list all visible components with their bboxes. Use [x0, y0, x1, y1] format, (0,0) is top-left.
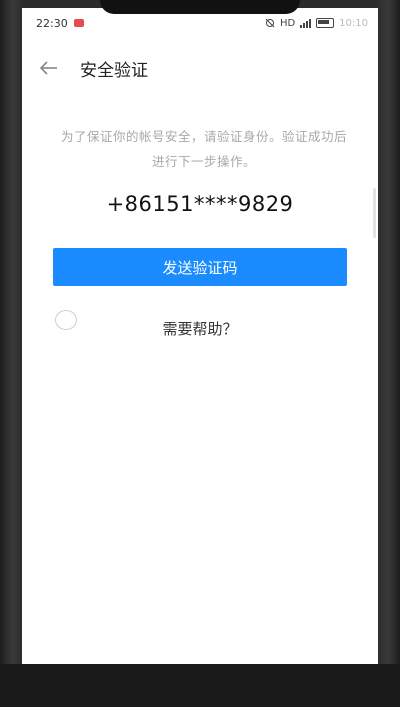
back-arrow-icon[interactable]: [38, 57, 60, 79]
status-left: 22:30: [22, 17, 84, 30]
status-battery-time: 10:10: [339, 17, 368, 29]
verification-description: 为了保证你的帐号安全，请验证身份。验证成功后进行下一步操作。: [60, 129, 347, 169]
network-type: HD: [279, 17, 296, 29]
screen: 22:30 HD 10:10 安全验证 为了保证你的帐号安全，请验证身份。验证成…: [22, 8, 378, 664]
phone-notch: [100, 0, 300, 14]
send-code-button[interactable]: 发送验证码: [53, 248, 347, 286]
phone-number: +86151****9829: [106, 192, 294, 216]
page-title: 安全验证: [80, 60, 148, 81]
screen-record-icon: [73, 19, 84, 27]
help-link[interactable]: 需要帮助？: [22, 318, 378, 339]
status-time: 22:30: [36, 16, 68, 30]
alarm-off-icon: [265, 18, 275, 28]
battery-icon: [316, 18, 335, 28]
bottom-bezel: [0, 664, 400, 707]
signal-icon: [300, 18, 312, 28]
header: 安全验证: [22, 46, 378, 90]
scroll-indicator: [373, 188, 376, 238]
status-right: HD 10:10: [265, 18, 378, 29]
